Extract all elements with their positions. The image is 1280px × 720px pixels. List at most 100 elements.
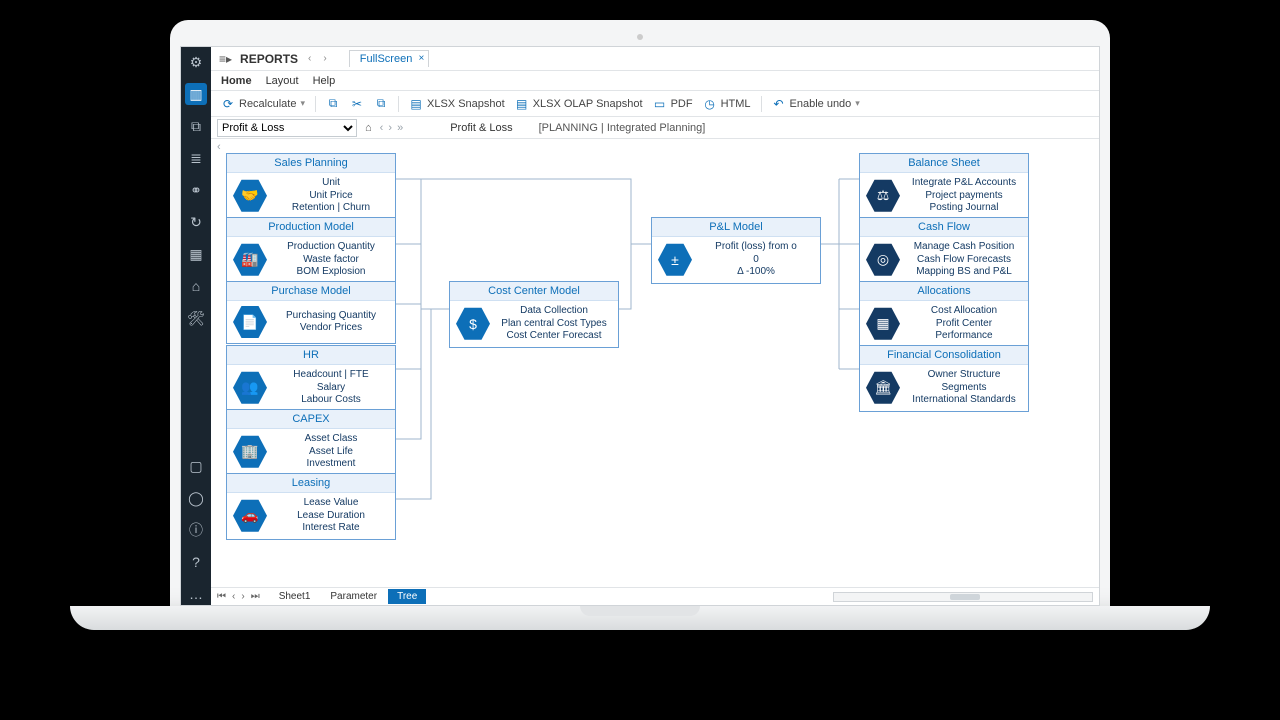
context-label: [PLANNING | Integrated Planning] <box>539 122 706 134</box>
sheet-nav: ⏮ ‹ › ⏭ <box>211 591 266 602</box>
card-title: Purchase Model <box>227 282 395 301</box>
card-leasing[interactable]: Leasing🚗Lease ValueLease DurationInteres… <box>226 473 396 540</box>
hr-icon: 👥 <box>233 371 267 405</box>
sales-icon: 🤝 <box>233 179 267 213</box>
card-lines: Asset ClassAsset LifeInvestment <box>273 433 389 471</box>
rail-item-3[interactable]: ≣ <box>185 147 207 169</box>
cut-icon: ✂ <box>350 97 364 111</box>
card-title: P&L Model <box>652 218 820 237</box>
rail-item-7[interactable]: ⌂ <box>185 275 207 297</box>
xlsx-olap-button[interactable]: ▤XLSX OLAP Snapshot <box>515 97 643 111</box>
rail-bottom-1[interactable]: ◯ <box>185 487 207 509</box>
nav-rail: ⚙ ▥ ⧉ ≣ ⚭ ↻ ▦ ⌂ 🛠 ▢ ◯ ⓘ? … <box>181 47 211 605</box>
prod-icon: 🏭 <box>233 243 267 277</box>
card-lines: Data CollectionPlan central Cost TypesCo… <box>496 305 612 343</box>
card-hr[interactable]: HR👥Headcount | FTESalaryLabour Costs <box>226 345 396 412</box>
card-capex[interactable]: CAPEX🏢Asset ClassAsset LifeInvestment <box>226 409 396 476</box>
rail-bottom-4[interactable]: … <box>185 583 207 605</box>
rail-item-4[interactable]: ⚭ <box>185 179 207 201</box>
card-title: Cost Center Model <box>450 282 618 301</box>
rail-item-6[interactable]: ▦ <box>185 243 207 265</box>
rail-bottom-2[interactable]: ⓘ <box>185 519 207 541</box>
pdf-button[interactable]: ▭PDF <box>653 97 693 111</box>
nav-next[interactable]: › <box>321 53 328 64</box>
card-prod[interactable]: Production Model 🏭Production QuantityWast… <box>226 217 396 284</box>
sheet-tab-sheet1[interactable]: Sheet1 <box>270 589 320 604</box>
enable-undo-button[interactable]: ↶Enable undo▾ <box>772 97 860 111</box>
card-bs[interactable]: Balance Sheet⚖Integrate P&L AccountsProj… <box>859 153 1029 220</box>
title-bar: ≡▸ REPORTS ‹ › FullScreen × <box>211 47 1099 71</box>
model-select[interactable]: Profit & Loss <box>217 119 357 137</box>
recalculate-button[interactable]: ⟳Recalculate▾ <box>221 97 305 111</box>
menu-help[interactable]: Help <box>313 75 336 87</box>
app-screen: ⚙ ▥ ⧉ ≣ ⚭ ↻ ▦ ⌂ 🛠 ▢ ◯ ⓘ? … ≡▸ REPORTS ‹ › FullScreen… <box>180 46 1100 606</box>
cc-icon: $ <box>456 307 490 341</box>
close-icon[interactable]: × <box>418 53 424 64</box>
xlsx-icon: ▤ <box>409 97 423 111</box>
card-sales[interactable]: Sales Planning 🤝UnitUnit PriceRetention |… <box>226 153 396 220</box>
rail-item-1[interactable]: ▥ <box>185 83 207 105</box>
diagram-canvas[interactable]: ‹ <box>211 139 1099 587</box>
fc-icon: 🏛 <box>866 371 900 405</box>
leasing-icon: 🚗 <box>233 499 267 533</box>
card-title: Sales Planning <box>227 154 395 173</box>
laptop-base <box>70 606 1210 630</box>
xlsx-snapshot-button[interactable]: ▤XLSX Snapshot <box>409 97 505 111</box>
card-title: Balance Sheet <box>860 154 1028 173</box>
card-alloc[interactable]: Allocations▦Cost AllocationProfit Center… <box>859 281 1029 348</box>
card-pl[interactable]: P&L Model±Profit (loss) from o0Δ -100% <box>651 217 821 284</box>
tab-fullscreen[interactable]: FullScreen × <box>349 50 430 67</box>
menu-icon[interactable]: ≡▸ <box>219 52 232 66</box>
card-title: Cash Flow <box>860 218 1028 237</box>
card-title: Production Model <box>227 218 395 237</box>
toolbar: ⟳Recalculate▾ ⧉ ✂ ⧉ ▤XLSX Snapshot ▤XLSX… <box>211 91 1099 117</box>
menu-layout[interactable]: Layout <box>266 75 299 87</box>
chevron-down-icon: ▾ <box>300 98 305 109</box>
capex-icon: 🏢 <box>233 435 267 469</box>
sheet-tab-parameter[interactable]: Parameter <box>321 589 386 604</box>
card-cc[interactable]: Cost Center Model $Data CollectionPlan ce… <box>449 281 619 348</box>
breadcrumb-nav[interactable]: ‹ › » <box>380 122 405 134</box>
card-lines: Purchasing QuantityVendor Prices <box>273 310 389 335</box>
context-bar: Profit & Loss ⌂ ‹ › » Profit & Loss [PLA… <box>211 117 1099 139</box>
collapse-icon[interactable]: ‹ <box>217 141 221 153</box>
rail-item-8[interactable]: 🛠 <box>185 307 207 329</box>
card-lines: UnitUnit PriceRetention | Churn <box>273 177 389 215</box>
card-fc[interactable]: Financial Consolidation🏛Owner StructureS… <box>859 345 1029 412</box>
card-lines: Owner StructureSegmentsInternational Sta… <box>906 369 1022 407</box>
sheet-next[interactable]: › <box>241 591 244 602</box>
refresh-icon: ⟳ <box>221 97 235 111</box>
html-button[interactable]: ◷HTML <box>703 97 751 111</box>
rail-bottom-0[interactable]: ▢ <box>185 455 207 477</box>
card-cf[interactable]: Cash Flow◎Manage Cash PositionCash Flow … <box>859 217 1029 284</box>
rail-item-5[interactable]: ↻ <box>185 211 207 233</box>
card-title: Allocations <box>860 282 1028 301</box>
rail-bottom-3[interactable]: ? <box>185 551 207 573</box>
home-icon[interactable]: ⌂ <box>365 122 372 134</box>
laptop-frame: ⚙ ▥ ⧉ ≣ ⚭ ↻ ▦ ⌂ 🛠 ▢ ◯ ⓘ? … ≡▸ REPORTS ‹ › FullScreen… <box>170 20 1110 630</box>
rail-item-0[interactable]: ⚙ <box>185 51 207 73</box>
card-purch[interactable]: Purchase Model📄Purchasing QuantityVendor… <box>226 281 396 344</box>
nav-prev[interactable]: ‹ <box>306 53 313 64</box>
card-lines: Lease ValueLease DurationInterest Rate <box>273 497 389 535</box>
scroll-thumb[interactable] <box>950 594 980 600</box>
rail-item-2[interactable]: ⧉ <box>185 115 207 137</box>
card-lines: Production QuantityWaste factorBOM Explo… <box>273 241 389 279</box>
bs-icon: ⚖ <box>866 179 900 213</box>
sheet-last[interactable]: ⏭ <box>251 591 260 602</box>
sheet-prev[interactable]: ‹ <box>232 591 235 602</box>
alloc-icon: ▦ <box>866 307 900 341</box>
chevron-down-icon: ▾ <box>855 98 860 109</box>
cf-icon: ◎ <box>866 243 900 277</box>
h-scrollbar[interactable] <box>833 592 1093 602</box>
pl-icon: ± <box>658 243 692 277</box>
sheet-first[interactable]: ⏮ <box>217 591 226 602</box>
sheet-tabs: Sheet1ParameterTree <box>270 589 427 604</box>
breadcrumb: Profit & Loss <box>450 122 512 134</box>
copy-button[interactable]: ⧉ <box>326 97 340 111</box>
sheet-tab-tree[interactable]: Tree <box>388 589 426 604</box>
menu-home[interactable]: Home <box>221 75 252 87</box>
xlsx-olap-icon: ▤ <box>515 97 529 111</box>
paste-button[interactable]: ⧉ <box>374 97 388 111</box>
cut-button[interactable]: ✂ <box>350 97 364 111</box>
